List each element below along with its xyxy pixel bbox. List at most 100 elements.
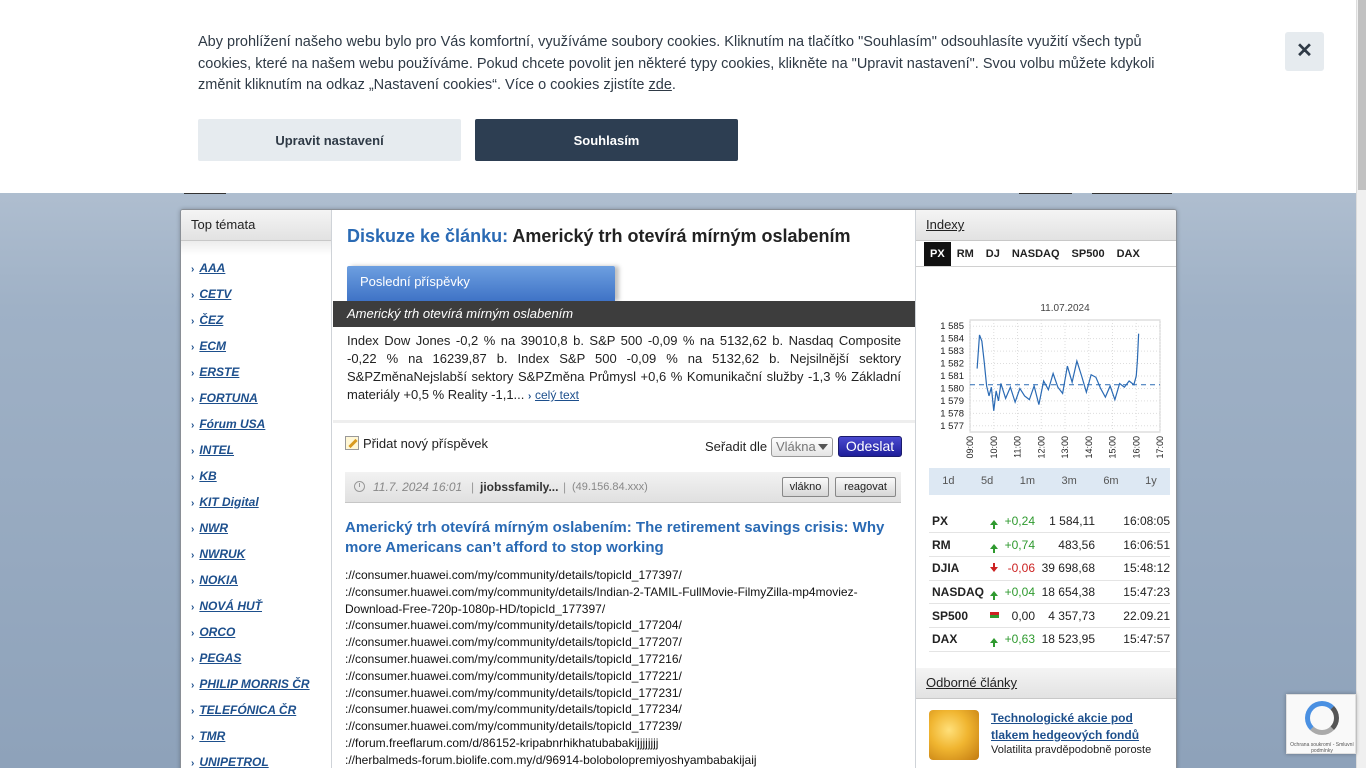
topic-item[interactable]: › ČEZ — [191, 307, 331, 333]
recaptcha-badge[interactable]: Ochrana soukromí - Smluvní podmínky — [1286, 694, 1356, 754]
topic-link[interactable]: ERSTE — [199, 365, 239, 379]
expert-article-subtitle: Volatilita pravděpodobně poroste — [991, 744, 1152, 756]
thread-button[interactable]: vlákno — [782, 477, 829, 497]
expert-article-link[interactable]: Technologické akcie pod tlakem hedgeovýc… — [991, 710, 1166, 744]
topic-item[interactable]: › PHILIP MORRIS ČR — [191, 671, 331, 697]
index-change: +0,04 — [1001, 580, 1041, 605]
chart-x-tick: 11:00 — [1013, 436, 1023, 458]
indices-title-link[interactable]: Indexy — [926, 217, 964, 232]
page-scrollbar[interactable] — [1356, 0, 1366, 768]
scrollbar-thumb[interactable] — [1358, 0, 1366, 190]
topic-link[interactable]: KB — [199, 469, 216, 483]
topic-item[interactable]: › INTEL — [191, 437, 331, 463]
topic-link[interactable]: CETV — [199, 287, 231, 301]
post-author[interactable]: jiobssfamily... — [480, 480, 558, 494]
cookie-text: Aby prohlížení našeho webu bylo pro Vás … — [198, 32, 1158, 97]
tab-index-px[interactable]: PX — [924, 242, 951, 266]
cookie-more-link[interactable]: zde — [649, 77, 672, 93]
table-row[interactable]: SP500 0,00 4 357,73 22.09.21 — [929, 603, 1170, 628]
tab-index-dax[interactable]: DAX — [1111, 242, 1146, 266]
right-sidebar: Indexy PX RM DJ NASDAQ SP500 DAX 11.07.2024 1 … — [915, 210, 1176, 768]
topic-link[interactable]: ORCO — [199, 625, 235, 639]
page-title-article: Americký trh otevírá mírným oslabením — [512, 226, 851, 246]
page-title: Diskuze ke článku: Americký trh otevírá … — [347, 226, 851, 247]
tab-index-rm[interactable]: RM — [951, 242, 980, 266]
topic-link[interactable]: INTEL — [199, 443, 234, 457]
topic-item[interactable]: › AAA — [191, 255, 331, 281]
tab-index-dj[interactable]: DJ — [980, 242, 1006, 266]
topic-item[interactable]: › TELEFÓNICA ČR — [191, 697, 331, 723]
topic-item[interactable]: › KB — [191, 463, 331, 489]
hidden-nav-underline — [1019, 193, 1072, 194]
chevron-right-icon: › — [191, 524, 195, 535]
topic-item[interactable]: › PEGAS — [191, 645, 331, 671]
topic-item[interactable]: › NOVÁ HUŤ — [191, 593, 331, 619]
close-icon[interactable]: ✕ — [1285, 32, 1324, 71]
sort-select-value: Vlákna — [776, 439, 816, 454]
topic-item[interactable]: › NWR — [191, 515, 331, 541]
topic-link[interactable]: NWRUK — [199, 547, 245, 561]
chart-y-tick: 1 578 — [940, 408, 964, 419]
topic-link[interactable]: PHILIP MORRIS ČR — [199, 677, 309, 691]
add-post-button[interactable]: Přidat nový příspěvek — [345, 436, 488, 451]
topic-link[interactable]: ČEZ — [199, 313, 223, 327]
table-row[interactable]: DAX +0,63 18 523,95 15:47:57 — [929, 627, 1170, 652]
table-row[interactable]: NASDAQ +0,04 18 654,38 15:47:23 — [929, 580, 1170, 605]
chart-y-tick: 1 577 — [940, 421, 964, 432]
chevron-right-icon: › — [191, 628, 195, 639]
topic-link[interactable]: KIT Digital — [199, 495, 258, 509]
range-5d[interactable]: 5d — [981, 468, 993, 495]
chart-x-tick: 15:00 — [1108, 436, 1118, 459]
table-row[interactable]: DJIA -0,06 39 698,68 15:48:12 — [929, 556, 1170, 581]
topic-item[interactable]: › ORCO — [191, 619, 331, 645]
range-3m[interactable]: 3m — [1062, 468, 1077, 495]
topic-link[interactable]: TELEFÓNICA ČR — [199, 703, 296, 717]
topic-item[interactable]: › CETV — [191, 281, 331, 307]
sort-select[interactable]: Vlákna — [771, 437, 833, 457]
topic-item[interactable]: › ERSTE — [191, 359, 331, 385]
range-6m[interactable]: 6m — [1103, 468, 1118, 495]
topic-link[interactable]: NOKIA — [199, 573, 238, 587]
topic-item[interactable]: › KIT Digital — [191, 489, 331, 515]
table-row[interactable]: RM +0,74 483,56 16:06:51 — [929, 532, 1170, 557]
topic-link[interactable]: NOVÁ HUŤ — [199, 599, 262, 613]
topic-link[interactable]: TMR — [199, 729, 225, 743]
topic-link[interactable]: FORTUNA — [199, 391, 257, 405]
topic-item[interactable]: › TMR — [191, 723, 331, 749]
index-value: 18 523,95 — [1041, 627, 1103, 652]
index-direction — [987, 532, 1001, 557]
topic-link[interactable]: UNIPETROL — [199, 755, 268, 768]
topic-item[interactable]: › FORTUNA — [191, 385, 331, 411]
full-text-link[interactable]: celý text — [535, 388, 579, 402]
topic-link[interactable]: ECM — [199, 339, 226, 353]
chevron-right-icon: › — [528, 391, 532, 402]
chevron-down-icon — [818, 444, 828, 450]
article-title-bar: Americký trh otevírá mírným oslabením — [333, 301, 915, 327]
expert-articles-link[interactable]: Odborné články — [926, 675, 1017, 690]
topic-item[interactable]: › ECM — [191, 333, 331, 359]
chevron-right-icon: › — [191, 446, 195, 457]
cookie-settings-button[interactable]: Upravit nastavení — [198, 119, 461, 161]
tab-latest-posts[interactable]: Poslední příspěvky — [347, 266, 615, 301]
range-1m[interactable]: 1m — [1020, 468, 1035, 495]
topic-link[interactable]: AAA — [199, 261, 225, 275]
tab-index-sp500[interactable]: SP500 — [1066, 242, 1111, 266]
range-1d[interactable]: 1d — [942, 468, 954, 495]
cookie-accept-button[interactable]: Souhlasím — [475, 119, 738, 161]
send-button[interactable]: Odeslat — [838, 436, 902, 457]
range-1y[interactable]: 1y — [1145, 468, 1157, 495]
topic-link[interactable]: Fórum USA — [199, 417, 265, 431]
topic-item[interactable]: › NOKIA — [191, 567, 331, 593]
article-thumbnail[interactable] — [929, 710, 979, 760]
topic-item[interactable]: › Fórum USA — [191, 411, 331, 437]
tab-index-nasdaq[interactable]: NASDAQ — [1006, 242, 1066, 266]
reply-button[interactable]: reagovat — [835, 477, 896, 497]
topic-item[interactable]: › NWRUK — [191, 541, 331, 567]
chart-x-tick: 12:00 — [1036, 436, 1046, 459]
top-topics-title: Top témata — [181, 210, 331, 241]
topic-link[interactable]: NWR — [199, 521, 228, 535]
topic-link[interactable]: PEGAS — [199, 651, 241, 665]
topic-item[interactable]: › UNIPETROL — [191, 749, 331, 768]
table-row[interactable]: PX +0,24 1 584,11 16:08:05 — [929, 509, 1170, 534]
chart-y-tick: 1 582 — [940, 359, 964, 370]
